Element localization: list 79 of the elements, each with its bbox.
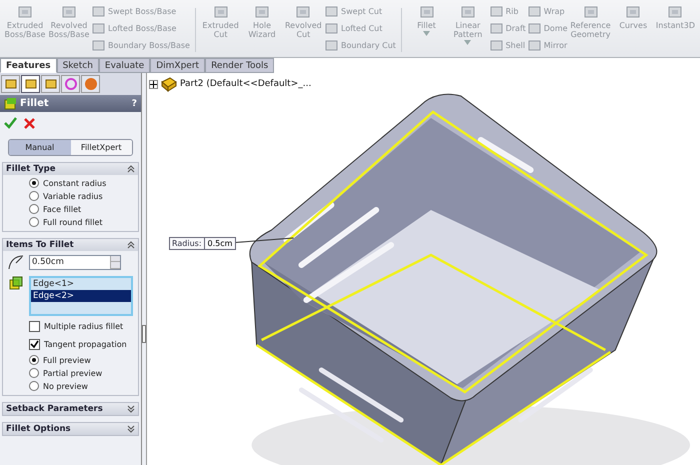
feature-icon [92, 38, 105, 52]
option-label: Partial preview [43, 368, 102, 378]
tab[interactable]: Features [0, 58, 57, 73]
radio-button[interactable] [29, 381, 39, 391]
section-title: Items To Fillet [6, 240, 74, 250]
feature-icon [528, 4, 541, 18]
feature-icon [92, 4, 105, 18]
feature-icon [17, 4, 33, 20]
feature-icon [92, 22, 105, 34]
feature-icon [61, 4, 77, 20]
section-title: Fillet Options [6, 424, 71, 434]
option-label: Tangent propagation [44, 340, 127, 349]
fillet-icon [4, 97, 17, 110]
feature-icon [490, 38, 503, 52]
feature-icon [490, 4, 503, 18]
panel-splitter[interactable] [142, 73, 147, 465]
mode-button[interactable]: Manual [9, 140, 70, 155]
panel-icon [24, 77, 38, 91]
radio-button[interactable] [29, 355, 39, 365]
feature-icon [325, 22, 338, 34]
tab[interactable]: Evaluate [98, 58, 150, 73]
option-label: Variable radius [43, 192, 103, 200]
radius-callout: Radius: 0.5cm [169, 237, 236, 250]
radio-button[interactable] [29, 191, 39, 201]
edge-icon [9, 276, 23, 290]
help-button[interactable]: ? [132, 98, 137, 108]
feature-icon [418, 4, 435, 20]
panel-icon [84, 77, 98, 91]
radius-icon [7, 254, 25, 270]
panel-icon [64, 77, 78, 91]
section-title: Fillet Type [6, 164, 56, 174]
tab[interactable]: DimXpert [150, 58, 206, 73]
panel-icon [44, 77, 58, 91]
section-title: Setback Parameters [6, 404, 103, 414]
option-label: No preview [43, 382, 88, 390]
tab[interactable]: Sketch [56, 58, 99, 73]
panel-icon [4, 77, 18, 91]
radio-button[interactable] [29, 178, 39, 188]
manager-tab[interactable] [21, 75, 40, 93]
radius-field[interactable]: 0.50cm [29, 254, 121, 270]
mode-button[interactable]: FilletXpert [70, 140, 132, 155]
feature-icon [625, 4, 642, 20]
checkbox[interactable] [29, 339, 40, 350]
manager-tab[interactable] [41, 75, 60, 93]
chevron-icon[interactable] [127, 165, 135, 173]
feature-icon [325, 4, 338, 18]
feature-icon [667, 4, 684, 20]
expand-toggle[interactable] [149, 80, 158, 88]
checkmark-icon[interactable] [4, 117, 17, 129]
close-icon[interactable] [24, 118, 35, 128]
option-label: Full round fillet [43, 218, 103, 226]
chevron-icon[interactable] [127, 405, 135, 413]
tab[interactable]: Render Tools [205, 58, 274, 73]
chevron-icon[interactable] [127, 425, 135, 433]
panel-title: Fillet [20, 98, 50, 109]
feature-icon [212, 4, 229, 20]
feature-icon [528, 22, 541, 34]
list-item[interactable]: Edge<2> [31, 290, 131, 302]
part-icon [160, 76, 178, 92]
radio-button[interactable] [29, 368, 39, 378]
manager-tab[interactable] [1, 75, 20, 93]
feature-icon [325, 38, 338, 52]
option-label: Multiple radius fillet [44, 322, 124, 331]
feature-icon [528, 38, 541, 52]
option-label: Full preview [43, 356, 91, 364]
chevron-icon[interactable] [127, 241, 135, 249]
feature-icon [295, 4, 312, 20]
feature-icon [254, 4, 270, 20]
radio-button[interactable] [29, 204, 39, 214]
radio-button[interactable] [29, 217, 39, 227]
feature-icon [460, 4, 476, 20]
option-label: Face fillet [43, 204, 82, 214]
option-label: Constant radius [43, 178, 106, 188]
manager-tab[interactable] [61, 75, 80, 93]
list-item[interactable]: Edge<1> [31, 278, 131, 290]
tree-item[interactable]: Part2 (Default<<Default>_... [180, 79, 312, 89]
feature-icon [582, 4, 599, 20]
feature-icon [490, 22, 503, 34]
checkbox[interactable] [29, 321, 40, 332]
